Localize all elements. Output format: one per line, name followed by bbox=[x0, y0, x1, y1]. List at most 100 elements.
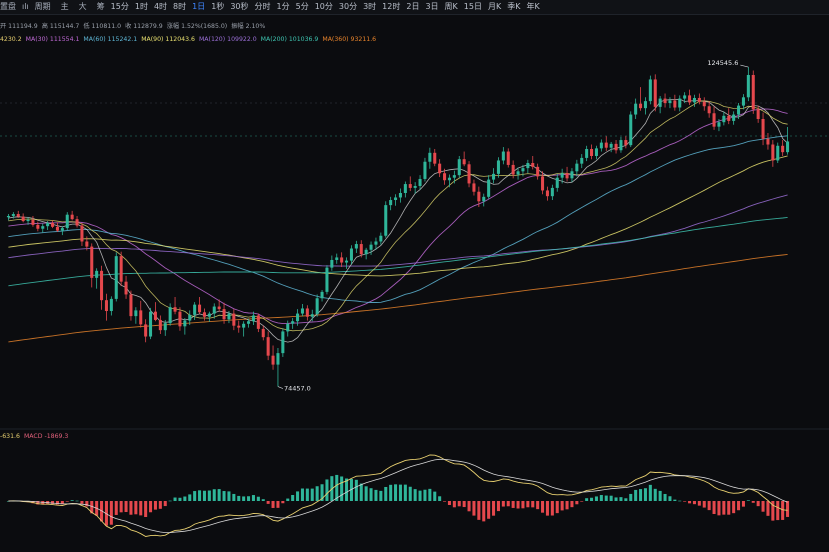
macd-bar bbox=[173, 497, 177, 501]
timeframe-option[interactable]: 5分 bbox=[296, 0, 309, 14]
toolbar-label[interactable]: 周期 bbox=[35, 0, 51, 14]
timeframe-option[interactable]: 1时 bbox=[135, 0, 148, 14]
macd-bar bbox=[604, 495, 608, 501]
timeframe-option[interactable]: 8时 bbox=[173, 0, 186, 14]
candle-body bbox=[580, 157, 584, 164]
candle-body bbox=[296, 313, 300, 322]
candle-body bbox=[560, 173, 564, 178]
timeframe-option[interactable]: 1日 bbox=[192, 0, 205, 14]
macd-bar bbox=[570, 501, 574, 508]
tool-button[interactable]: 主 bbox=[61, 0, 69, 14]
candle-body bbox=[100, 270, 104, 301]
timeframe-option[interactable]: 30分 bbox=[339, 0, 357, 14]
candle-body bbox=[70, 214, 74, 220]
timeframe-option[interactable]: 3时 bbox=[363, 0, 376, 14]
candle-body bbox=[349, 248, 353, 261]
candle-body bbox=[168, 307, 172, 324]
macd-bar bbox=[697, 501, 701, 506]
candlestick-chart[interactable]: 124545.6 74457.0 bbox=[0, 15, 829, 552]
macd-bar bbox=[531, 501, 535, 508]
macd-bar bbox=[325, 479, 329, 501]
candle-body bbox=[761, 119, 765, 139]
candle-body bbox=[85, 241, 89, 247]
candle-body bbox=[732, 114, 736, 121]
macd-bar bbox=[389, 484, 393, 501]
candle-body bbox=[359, 244, 363, 255]
timeframe-option[interactable]: 1分 bbox=[277, 0, 290, 14]
macd-bar bbox=[183, 496, 187, 501]
candle-body bbox=[21, 216, 25, 222]
macd-bar bbox=[413, 489, 417, 501]
candle-body bbox=[604, 142, 608, 148]
candle-body bbox=[6, 215, 10, 218]
macd-bar bbox=[168, 500, 172, 502]
timeframe-option[interactable]: 4时 bbox=[154, 0, 167, 14]
candle-body bbox=[95, 270, 99, 278]
macd-bar bbox=[575, 501, 579, 505]
timeframe-option[interactable]: 季K bbox=[507, 0, 520, 14]
timeframe-option[interactable]: 15分 bbox=[111, 0, 129, 14]
candle-body bbox=[443, 173, 447, 181]
tool-button[interactable]: 筹 bbox=[97, 0, 105, 14]
candle-body bbox=[639, 103, 643, 109]
tool-button[interactable]: 大 bbox=[79, 0, 87, 14]
candle-body bbox=[423, 161, 427, 179]
macd-dif-line bbox=[8, 454, 788, 537]
candle-body bbox=[119, 256, 123, 282]
candle-body bbox=[286, 323, 290, 332]
candle-body bbox=[501, 151, 505, 161]
timeframe-option[interactable]: 1秒 bbox=[211, 0, 224, 14]
candle-body bbox=[129, 294, 133, 317]
candle-body bbox=[379, 235, 383, 242]
candle-body bbox=[536, 166, 540, 177]
timeframe-option[interactable]: 3日 bbox=[425, 0, 438, 14]
macd-bar bbox=[781, 501, 785, 520]
ma-short-line bbox=[8, 98, 788, 343]
macd-bar bbox=[85, 501, 89, 507]
macd-bar bbox=[741, 501, 745, 507]
candle-body bbox=[482, 196, 486, 202]
macd-bar bbox=[565, 501, 569, 510]
toolbar-label[interactable]: ılı bbox=[22, 0, 29, 14]
macd-bar bbox=[707, 501, 711, 511]
candle-body bbox=[109, 298, 113, 312]
timeframe-option[interactable]: 分时 bbox=[255, 0, 271, 14]
candle-body bbox=[683, 95, 687, 99]
timeframe-option[interactable]: 15日 bbox=[464, 0, 482, 14]
candle-body bbox=[707, 106, 711, 114]
macd-bar bbox=[580, 501, 584, 502]
macd-bar bbox=[526, 501, 530, 508]
candle-body bbox=[247, 321, 251, 324]
candle-body bbox=[212, 306, 216, 314]
macd-bar bbox=[477, 501, 481, 520]
macd-bar bbox=[300, 488, 304, 501]
candle-body bbox=[217, 306, 221, 310]
candle-body bbox=[374, 241, 378, 245]
candle-body bbox=[751, 74, 755, 110]
timeframe-option[interactable]: 2日 bbox=[406, 0, 419, 14]
candle-body bbox=[310, 314, 314, 317]
candle-body bbox=[60, 228, 64, 231]
macd-bar bbox=[786, 501, 790, 517]
timeframe-option[interactable]: 周K bbox=[445, 0, 458, 14]
macd-bar bbox=[291, 494, 295, 501]
candle-body bbox=[114, 256, 118, 299]
macd-bar bbox=[501, 501, 505, 507]
candle-body bbox=[389, 200, 393, 206]
macd-bar bbox=[751, 501, 755, 503]
timeframe-option[interactable]: 年K bbox=[526, 0, 539, 14]
timeframe-option[interactable]: 12时 bbox=[382, 0, 400, 14]
macd-bar bbox=[472, 501, 476, 516]
macd-bar bbox=[692, 501, 696, 505]
candle-body bbox=[158, 319, 162, 331]
timeframe-option[interactable]: 月K bbox=[488, 0, 501, 14]
timeframe-option[interactable]: 30秒 bbox=[230, 0, 248, 14]
candle-body bbox=[737, 105, 741, 115]
macd-bar bbox=[599, 495, 603, 501]
candle-body bbox=[305, 308, 309, 317]
macd-bar bbox=[153, 501, 157, 510]
timeframe-option[interactable]: 10分 bbox=[315, 0, 333, 14]
macd-bar bbox=[119, 501, 123, 513]
candle-body bbox=[531, 163, 535, 167]
candle-body bbox=[183, 320, 187, 327]
